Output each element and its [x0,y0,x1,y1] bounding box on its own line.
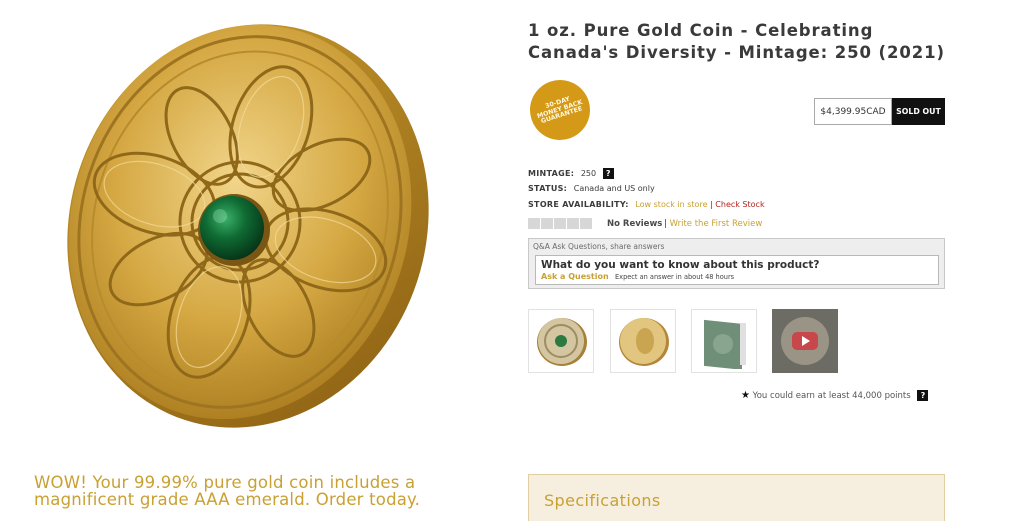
reward-points-text: You could earn at least 44,000 points [752,391,911,401]
status-label: STATUS: [528,184,568,193]
store-availability-label: STORE AVAILABILITY: [528,200,629,209]
mintage-row: MINTAGE: 250 ? [528,168,614,179]
thumbnail-packaging[interactable] [691,309,757,373]
mintage-value: 250 [580,169,597,178]
product-title: 1 oz. Pure Gold Coin - Celebrating Canad… [528,21,945,62]
product-price: $4,399.95CAD [814,98,892,125]
qa-widget: Q&A Ask Questions, share answers What do… [528,238,945,289]
thumbnail-video[interactable] [772,309,838,373]
promo-text: WOW! Your 99.99% pure gold coin includes… [34,473,421,509]
status-row: STATUS: Canada and US only [528,184,655,193]
review-count: No Reviews [607,219,663,229]
money-back-guarantee-badge: 30-DAY MONEY BACK GUARANTEE [522,72,598,148]
mintage-help-icon[interactable]: ? [602,168,614,179]
store-separator: | [710,200,713,209]
thumbnail-reverse[interactable] [528,309,594,373]
mintage-label: MINTAGE: [528,169,575,178]
star-icon [541,218,553,229]
qa-question-box[interactable]: What do you want to know about this prod… [535,255,939,285]
product-main-image[interactable] [40,12,440,437]
qa-expectation: Expect an answer in about 48 hours [615,273,735,281]
play-video-icon [781,317,829,365]
star-icon [528,218,540,229]
specifications-heading: Specifications [544,491,661,510]
thumbnail-obverse[interactable] [610,309,676,373]
qa-header: Q&A Ask Questions, share answers [533,242,665,251]
sold-out-button[interactable]: SOLD OUT [892,98,945,125]
star-icon [554,218,566,229]
coin-packaging-thumb-icon [704,319,746,369]
status-value: Canada and US only [573,184,655,193]
gold-coin-image [67,24,429,428]
check-stock-link[interactable]: Check Stock [715,200,764,209]
points-help-icon[interactable]: ? [917,390,929,401]
coin-reverse-thumb-icon [537,318,587,366]
coin-obverse-thumb-icon [619,318,669,366]
star-icon [580,218,592,229]
qa-prompt: What do you want to know about this prod… [541,259,820,271]
reward-points: ★ You could earn at least 44,000 points … [741,390,929,401]
star-icon [567,218,579,229]
rating-stars [528,218,592,229]
store-availability-value: Low stock in store [635,200,708,209]
specifications-panel[interactable]: Specifications [528,474,945,521]
ask-question-link[interactable]: Ask a Question [541,272,609,281]
write-first-review-link[interactable]: Write the First Review [670,219,763,229]
review-separator: | [664,219,667,229]
star-icon: ★ [741,390,750,401]
store-availability-row: STORE AVAILABILITY: Low stock in store |… [528,200,765,209]
